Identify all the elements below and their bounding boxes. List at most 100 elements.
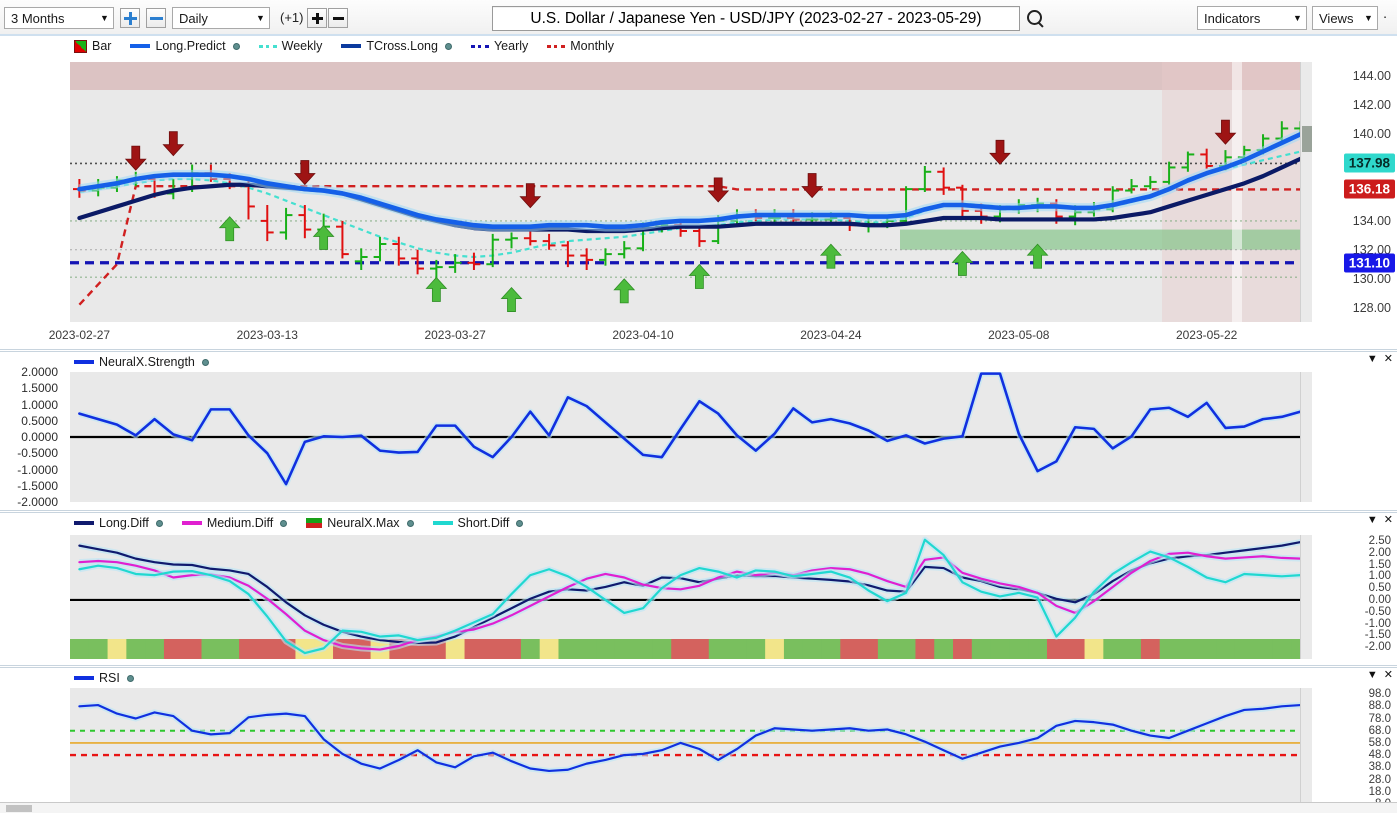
- line-swatch-icon: [74, 521, 94, 525]
- neuralx-max-cell: [88, 639, 109, 659]
- rsi-legend: RSI: [74, 671, 134, 685]
- y-axis-tick: 134.00: [1352, 213, 1391, 228]
- x-axis-tick: 2023-04-24: [800, 328, 862, 342]
- neuralx-max-cell: [1197, 639, 1217, 659]
- views-label: Views: [1319, 10, 1354, 26]
- neuralx-max-cell: [1216, 639, 1236, 659]
- legend-item-neuralx-strength[interactable]: NeuralX.Strength: [74, 355, 209, 369]
- neuralx-max-cell: [596, 639, 616, 659]
- scrollbar-thumb[interactable]: [1302, 126, 1312, 152]
- neuralx-max-cell: [464, 639, 484, 659]
- ohlc-bar: [373, 236, 387, 262]
- legend-settings-icon[interactable]: [406, 519, 414, 527]
- y-axis-tick: 1.5000: [21, 381, 58, 396]
- x-axis-tick: 2023-05-08: [988, 328, 1050, 342]
- legend-item-long-predict[interactable]: Long.Predict: [130, 39, 240, 53]
- ohlc-bar: [617, 241, 631, 259]
- line-swatch-icon: [181, 521, 202, 525]
- ohlc-bar: [937, 167, 951, 195]
- legend-label: NeuralX.Max: [327, 516, 400, 530]
- close-icon[interactable]: ✕: [1384, 354, 1393, 365]
- strength-svg: [70, 370, 1310, 488]
- legend-settings-icon[interactable]: [126, 674, 134, 682]
- legend-item-short-diff[interactable]: Short.Diff: [432, 516, 524, 530]
- neuralx-max-cell: [520, 639, 541, 659]
- views-dropdown[interactable]: Views ▼: [1312, 6, 1378, 30]
- overflow-icon[interactable]: ⋅: [1383, 10, 1391, 26]
- rsi-plot[interactable]: [70, 688, 1310, 810]
- close-icon[interactable]: ✕: [1384, 515, 1393, 526]
- legend-item-neuralx-max[interactable]: NeuralX.Max: [306, 516, 414, 530]
- ohlc-bar: [1143, 176, 1157, 190]
- chevron-down-icon: ▼: [1364, 13, 1373, 23]
- dashed-line-swatch-icon: [547, 44, 566, 48]
- bars-decrease-button[interactable]: [328, 8, 348, 28]
- plus-icon: [123, 11, 137, 25]
- ohlc-bar: [260, 205, 274, 242]
- strength-plot[interactable]: [70, 370, 1310, 502]
- legend-settings-icon[interactable]: [232, 42, 240, 50]
- horizontal-scrollbar-thumb[interactable]: [6, 805, 32, 812]
- legend-item-long-diff[interactable]: Long.Diff: [74, 516, 163, 530]
- price-vertical-scrollbar[interactable]: [1300, 62, 1312, 322]
- search-icon[interactable]: [1027, 10, 1044, 27]
- y-axis-tick: 88.0: [1368, 700, 1391, 713]
- line-swatch-icon: [341, 44, 362, 48]
- x-axis-tick: 2023-02-27: [48, 328, 111, 342]
- diff-vertical-scrollbar[interactable]: [1300, 535, 1312, 659]
- legend-item-yearly[interactable]: Yearly: [470, 39, 528, 53]
- y-axis-tick: 2.00: [1368, 546, 1391, 559]
- y-axis-tick: 98.0: [1368, 688, 1391, 701]
- legend-item-monthly[interactable]: Monthly: [547, 39, 614, 53]
- neuralx-max-cell: [1065, 639, 1086, 659]
- strength-panel-controls: ▼ ✕: [1367, 354, 1393, 365]
- legend-item-medium-diff[interactable]: Medium.Diff: [181, 516, 288, 530]
- symbol-input[interactable]: [492, 6, 1020, 31]
- close-icon[interactable]: ✕: [1384, 670, 1393, 681]
- collapse-icon[interactable]: ▼: [1367, 515, 1378, 526]
- price-plot[interactable]: [70, 62, 1310, 322]
- y-axis-tick: -1.50: [1364, 629, 1391, 642]
- neuralx-max-cell: [746, 639, 766, 659]
- price-svg: [70, 62, 1310, 322]
- neuralx-max-cell: [126, 639, 146, 659]
- neuralx-max-cell: [614, 639, 635, 659]
- period-select[interactable]: 3 Months ▼: [4, 7, 114, 29]
- y-axis-tick: 1.00: [1368, 570, 1391, 583]
- legend-item-rsi[interactable]: RSI: [74, 671, 134, 685]
- interval-select[interactable]: Daily ▼: [172, 7, 270, 29]
- ohlc-bar: [693, 228, 706, 247]
- price-panel: Bar Long.Predict Weekly TCross.Long Yearly Mo…: [0, 36, 1397, 349]
- period-decrease-button[interactable]: [146, 8, 166, 28]
- period-select-value: 3 Months: [11, 10, 65, 26]
- neuralx-max-cell: [671, 639, 691, 659]
- indicators-dropdown[interactable]: Indicators ▼: [1197, 6, 1307, 30]
- period-increase-button[interactable]: [120, 8, 140, 28]
- y-axis-tick: 18.0: [1368, 785, 1391, 798]
- legend-item-weekly[interactable]: Weekly: [258, 39, 322, 53]
- neuralx-max-cell: [539, 639, 560, 659]
- rsi-vertical-scrollbar[interactable]: [1300, 688, 1312, 810]
- legend-item-tcross-long[interactable]: TCross.Long: [341, 39, 452, 53]
- legend-label: Medium.Diff: [206, 516, 274, 530]
- strength-vertical-scrollbar[interactable]: [1300, 372, 1312, 502]
- y-axis-tick: 130.00: [1352, 271, 1391, 286]
- neuralx-max-cell: [70, 639, 90, 659]
- diff-plot[interactable]: [70, 535, 1311, 659]
- neuralx-max-cell: [1253, 639, 1274, 659]
- neuralx-max-cell: [1046, 639, 1067, 659]
- legend-settings-icon[interactable]: [444, 42, 452, 50]
- collapse-icon[interactable]: ▼: [1367, 670, 1378, 681]
- legend-settings-icon[interactable]: [516, 519, 524, 527]
- collapse-icon[interactable]: ▼: [1367, 354, 1378, 365]
- legend-settings-icon[interactable]: [201, 358, 209, 366]
- y-axis-tick: 1.50: [1368, 558, 1391, 571]
- neuralx-max-cell: [163, 639, 184, 659]
- legend-settings-icon[interactable]: [280, 519, 288, 527]
- down-arrow-marker: [707, 177, 730, 203]
- y-axis-tick: -2.0000: [17, 495, 58, 509]
- neuralx-max-cell: [145, 639, 165, 659]
- legend-item-bar[interactable]: Bar: [74, 39, 111, 53]
- bars-increase-button[interactable]: [307, 8, 327, 28]
- legend-settings-icon[interactable]: [155, 519, 163, 527]
